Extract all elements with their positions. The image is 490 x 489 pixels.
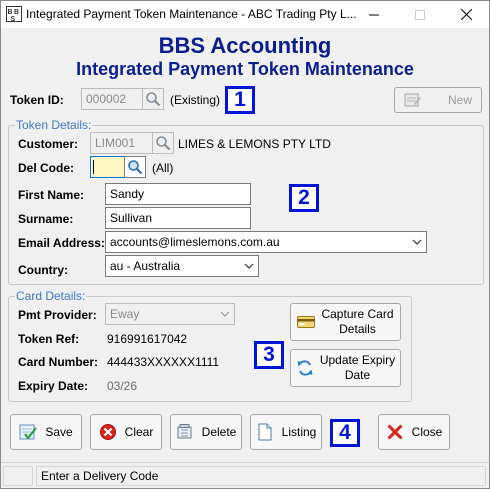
- email-value: accounts@limeslemons.com.au: [110, 235, 280, 249]
- country-select[interactable]: au - Australia: [105, 255, 259, 277]
- customer-label: Customer:: [18, 137, 79, 151]
- new-button[interactable]: New: [394, 87, 482, 113]
- callout-3: 3: [254, 341, 284, 369]
- text-cursor: [93, 160, 94, 174]
- customer-lookup-button[interactable]: [152, 132, 174, 154]
- chevron-down-icon: [244, 263, 254, 269]
- customer-name: LIMES & LEMONS PTY LTD: [178, 137, 331, 151]
- token-lookup-button[interactable]: [142, 88, 164, 110]
- token-ref-value: 916991617042: [107, 332, 188, 346]
- country-label: Country:: [18, 263, 68, 277]
- close-label: Close: [411, 425, 443, 439]
- app-logo-icon: B B S: [6, 6, 22, 22]
- callout-2: 2: [289, 184, 319, 212]
- new-button-label: New: [447, 93, 472, 107]
- token-details-title: Token Details:: [15, 118, 93, 132]
- app-heading: BBS Accounting: [158, 33, 332, 58]
- email-label: Email Address:: [18, 236, 105, 250]
- window-title: Integrated Payment Token Maintenance - A…: [26, 7, 357, 21]
- document-icon: [256, 423, 274, 441]
- first-name-field[interactable]: Sandy: [105, 183, 251, 205]
- save-label: Save: [45, 425, 73, 439]
- token-status: (Existing): [170, 93, 221, 107]
- minimize-button[interactable]: [351, 1, 397, 28]
- magnifier-icon: [156, 136, 171, 151]
- clear-button[interactable]: Clear: [90, 414, 162, 450]
- capture-card-label: Capture Card Details: [321, 307, 394, 336]
- card-details-title: Card Details:: [15, 289, 87, 303]
- del-code-field[interactable]: [90, 156, 125, 178]
- expiry-date-label: Expiry Date:: [18, 379, 89, 393]
- close-button[interactable]: Close: [378, 414, 450, 450]
- pmt-provider-label: Pmt Provider:: [18, 308, 97, 322]
- del-code-lookup-button[interactable]: [124, 156, 146, 178]
- del-code-label: Del Code:: [18, 161, 75, 175]
- del-code-hint: (All): [152, 161, 174, 175]
- update-expiry-button[interactable]: Update Expiry Date: [290, 349, 401, 387]
- new-record-icon: [404, 91, 422, 109]
- maximize-icon: [415, 9, 425, 20]
- pmt-provider-select[interactable]: Eway: [105, 303, 235, 325]
- refresh-icon: [296, 359, 314, 377]
- surname-field[interactable]: Sullivan: [105, 207, 251, 229]
- close-icon: [460, 9, 472, 20]
- svg-text:B: B: [8, 9, 13, 16]
- first-name-label: First Name:: [18, 188, 85, 202]
- title-bar[interactable]: B B S Integrated Payment Token Maintenan…: [1, 1, 489, 28]
- token-id-label: Token ID:: [10, 93, 64, 107]
- magnifier-icon: [128, 160, 143, 175]
- status-panel-left: [3, 466, 33, 486]
- email-combo[interactable]: accounts@limeslemons.com.au: [105, 231, 427, 253]
- token-ref-label: Token Ref:: [18, 332, 80, 346]
- save-button[interactable]: Save: [10, 414, 82, 450]
- clear-label: Clear: [124, 425, 154, 439]
- customer-code-field[interactable]: LIM001: [90, 132, 153, 154]
- pmt-provider-value: Eway: [110, 307, 140, 321]
- country-value: au - Australia: [110, 259, 181, 273]
- status-message: Enter a Delivery Code: [36, 466, 486, 486]
- clear-icon: [99, 423, 117, 441]
- svg-text:B: B: [14, 9, 19, 16]
- expiry-date-value: 03/26: [107, 379, 138, 393]
- delete-label: Delete: [201, 425, 237, 439]
- maximize-button[interactable]: [397, 1, 443, 28]
- chevron-down-icon: [412, 239, 422, 245]
- update-expiry-label: Update Expiry Date: [319, 353, 396, 382]
- minimize-icon: [369, 14, 379, 15]
- callout-4: 4: [330, 419, 360, 447]
- close-icon: [386, 423, 404, 441]
- capture-card-button[interactable]: Capture Card Details: [290, 303, 401, 341]
- token-id-field[interactable]: 000002: [81, 88, 143, 110]
- credit-card-icon: [297, 313, 316, 331]
- magnifier-icon: [146, 92, 161, 107]
- close-window-button[interactable]: [443, 1, 489, 28]
- page-title: Integrated Payment Token Maintenance: [76, 59, 414, 79]
- app-window: B B S Integrated Payment Token Maintenan…: [0, 0, 490, 489]
- listing-label: Listing: [281, 425, 317, 439]
- delete-button[interactable]: Delete: [170, 414, 242, 450]
- surname-label: Surname:: [18, 212, 74, 226]
- chevron-down-icon: [220, 311, 230, 317]
- delete-icon: [176, 423, 194, 441]
- svg-text:S: S: [11, 16, 16, 22]
- callout-1: 1: [225, 86, 255, 114]
- card-number-label: Card Number:: [18, 355, 99, 369]
- card-number-value: 444433XXXXXX1111: [107, 355, 220, 369]
- listing-button[interactable]: Listing: [250, 414, 322, 450]
- save-icon: [19, 423, 38, 441]
- status-bar: Enter a Delivery Code: [1, 462, 489, 488]
